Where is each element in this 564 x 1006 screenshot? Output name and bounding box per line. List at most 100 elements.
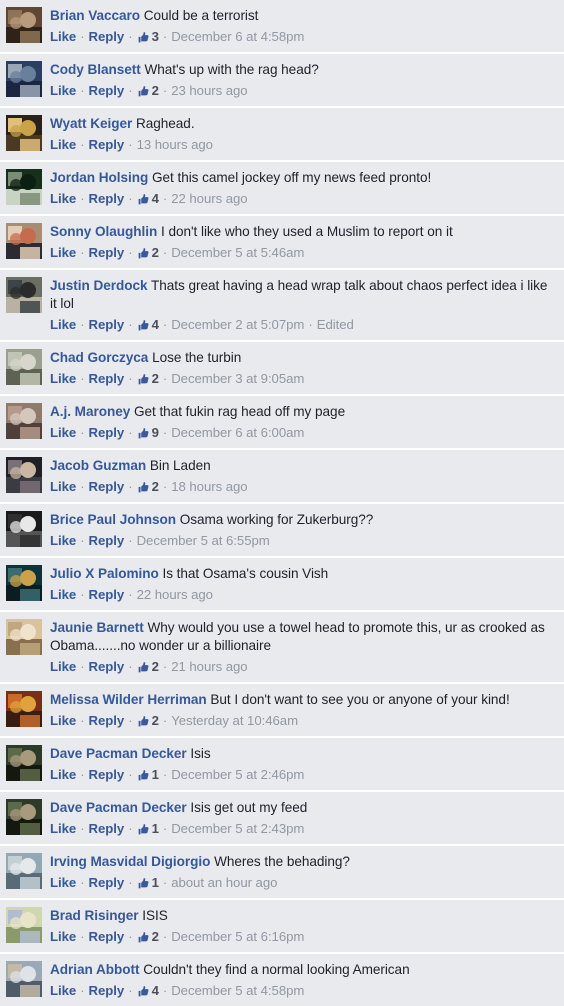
like-button[interactable]: Like — [50, 820, 76, 837]
like-count-group[interactable]: 2 — [137, 478, 159, 495]
like-button[interactable]: Like — [50, 424, 76, 441]
comment-author-link[interactable]: Brian Vaccaro — [50, 8, 140, 23]
like-button[interactable]: Like — [50, 190, 76, 207]
like-count-group[interactable]: 4 — [137, 982, 159, 999]
comment-timestamp[interactable]: December 5 at 4:58pm — [171, 982, 304, 999]
like-button[interactable]: Like — [50, 370, 76, 387]
like-button[interactable]: Like — [50, 82, 76, 99]
reply-button[interactable]: Reply — [89, 316, 125, 333]
comment-timestamp[interactable]: 23 hours ago — [171, 82, 247, 99]
comment-author-link[interactable]: Jacob Guzman — [50, 458, 146, 473]
comment-author-link[interactable]: Dave Pacman Decker — [50, 800, 187, 815]
like-button[interactable]: Like — [50, 766, 76, 783]
comment-author-link[interactable]: Brad Risinger — [50, 908, 139, 923]
reply-button[interactable]: Reply — [89, 820, 125, 837]
like-button[interactable]: Like — [50, 478, 76, 495]
avatar-irving-masvidal-digiorgio[interactable] — [6, 853, 42, 889]
avatar-jacob-guzman[interactable] — [6, 457, 42, 493]
reply-button[interactable]: Reply — [89, 424, 125, 441]
comment-author-link[interactable]: Chad Gorczyca — [50, 350, 148, 365]
like-button[interactable]: Like — [50, 586, 76, 603]
like-count-group[interactable]: 2 — [137, 370, 159, 387]
avatar-adrian-abbott[interactable] — [6, 961, 42, 997]
comment-author-link[interactable]: Dave Pacman Decker — [50, 746, 187, 761]
like-count-group[interactable]: 2 — [137, 244, 159, 261]
comment-timestamp[interactable]: December 5 at 2:46pm — [171, 766, 304, 783]
comment-timestamp[interactable]: December 5 at 6:16pm — [171, 928, 304, 945]
like-count-group[interactable]: 1 — [137, 820, 159, 837]
avatar-melissa-wilder-herriman[interactable] — [6, 691, 42, 727]
avatar-justin-derdock[interactable] — [6, 277, 42, 313]
like-count-group[interactable]: 3 — [137, 28, 159, 45]
reply-button[interactable]: Reply — [89, 532, 125, 549]
avatar-julio-x-palomino[interactable] — [6, 565, 42, 601]
comment-author-link[interactable]: Brice Paul Johnson — [50, 512, 176, 527]
comment-timestamp[interactable]: 13 hours ago — [137, 136, 213, 153]
reply-button[interactable]: Reply — [89, 370, 125, 387]
avatar-chad-gorczyca[interactable] — [6, 349, 42, 385]
avatar-brian-vaccaro[interactable] — [6, 7, 42, 43]
like-button[interactable]: Like — [50, 982, 76, 999]
reply-button[interactable]: Reply — [89, 586, 125, 603]
comment-timestamp[interactable]: December 5 at 6:55pm — [137, 532, 270, 549]
like-count-group[interactable]: 2 — [137, 928, 159, 945]
like-button[interactable]: Like — [50, 316, 76, 333]
reply-button[interactable]: Reply — [89, 874, 125, 891]
like-button[interactable]: Like — [50, 244, 76, 261]
comment-timestamp[interactable]: Yesterday at 10:46am — [171, 712, 298, 729]
avatar-sonny-olaughlin[interactable] — [6, 223, 42, 259]
like-count-group[interactable]: 9 — [137, 424, 159, 441]
reply-button[interactable]: Reply — [89, 28, 125, 45]
reply-button[interactable]: Reply — [89, 82, 125, 99]
like-count-group[interactable]: 2 — [137, 712, 159, 729]
reply-button[interactable]: Reply — [89, 982, 125, 999]
like-count-group[interactable]: 2 — [137, 82, 159, 99]
like-count-group[interactable]: 4 — [137, 190, 159, 207]
like-button[interactable]: Like — [50, 28, 76, 45]
comment-author-link[interactable]: Jordan Holsing — [50, 170, 148, 185]
reply-button[interactable]: Reply — [89, 478, 125, 495]
comment-author-link[interactable]: Cody Blansett — [50, 62, 141, 77]
comment-timestamp[interactable]: December 2 at 5:07pm — [171, 316, 304, 333]
comment-timestamp[interactable]: December 3 at 9:05am — [171, 370, 304, 387]
reply-button[interactable]: Reply — [89, 766, 125, 783]
like-button[interactable]: Like — [50, 658, 76, 675]
comment-author-link[interactable]: Adrian Abbott — [50, 962, 140, 977]
like-count-group[interactable]: 1 — [137, 874, 159, 891]
reply-button[interactable]: Reply — [89, 190, 125, 207]
comment-author-link[interactable]: Melissa Wilder Herriman — [50, 692, 207, 707]
comment-timestamp[interactable]: December 5 at 2:43pm — [171, 820, 304, 837]
reply-button[interactable]: Reply — [89, 658, 125, 675]
comment-author-link[interactable]: Justin Derdock — [50, 278, 148, 293]
comment-author-link[interactable]: A.j. Maroney — [50, 404, 130, 419]
comment-timestamp[interactable]: 22 hours ago — [137, 586, 213, 603]
like-count-group[interactable]: 4 — [137, 316, 159, 333]
avatar-aj-maroney[interactable] — [6, 403, 42, 439]
avatar-dave-pacman-decker-1[interactable] — [6, 745, 42, 781]
like-button[interactable]: Like — [50, 928, 76, 945]
avatar-dave-pacman-decker-2[interactable] — [6, 799, 42, 835]
comment-author-link[interactable]: Wyatt Keiger — [50, 116, 132, 131]
comment-author-link[interactable]: Irving Masvidal Digiorgio — [50, 854, 210, 869]
comment-author-link[interactable]: Julio X Palomino — [50, 566, 159, 581]
avatar-cody-blansett[interactable] — [6, 61, 42, 97]
reply-button[interactable]: Reply — [89, 928, 125, 945]
comment-timestamp[interactable]: December 5 at 5:46am — [171, 244, 304, 261]
comment-timestamp[interactable]: December 6 at 6:00am — [171, 424, 304, 441]
comment-timestamp[interactable]: 21 hours ago — [171, 658, 247, 675]
like-count-group[interactable]: 2 — [137, 658, 159, 675]
like-button[interactable]: Like — [50, 532, 76, 549]
comment-author-link[interactable]: Sonny Olaughlin — [50, 224, 157, 239]
avatar-brad-risinger[interactable] — [6, 907, 42, 943]
comment-timestamp[interactable]: about an hour ago — [171, 874, 277, 891]
avatar-brice-paul-johnson[interactable] — [6, 511, 42, 547]
edited-label[interactable]: Edited — [317, 316, 354, 333]
comment-timestamp[interactable]: 22 hours ago — [171, 190, 247, 207]
avatar-jaunie-barnett[interactable] — [6, 619, 42, 655]
reply-button[interactable]: Reply — [89, 136, 125, 153]
comment-timestamp[interactable]: 18 hours ago — [171, 478, 247, 495]
avatar-wyatt-keiger[interactable] — [6, 115, 42, 151]
reply-button[interactable]: Reply — [89, 244, 125, 261]
comment-timestamp[interactable]: December 6 at 4:58pm — [171, 28, 304, 45]
like-button[interactable]: Like — [50, 712, 76, 729]
